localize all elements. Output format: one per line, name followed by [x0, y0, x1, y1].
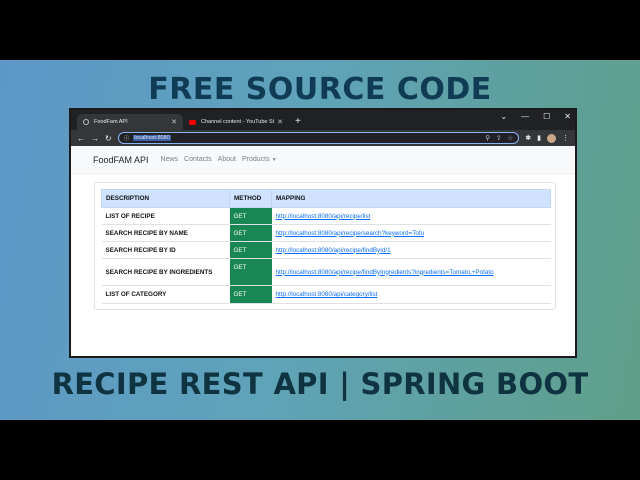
bookmark-star-icon[interactable]: ☆ [507, 134, 513, 142]
nav-contacts[interactable]: Contacts [184, 156, 212, 163]
info-icon[interactable]: ⓘ [124, 134, 130, 142]
nav-news[interactable]: News [161, 156, 179, 163]
api-card: DESCRIPTION METHOD MAPPING LIST OF RECIP… [94, 182, 556, 310]
site-navbar: FoodFAM API News Contacts About Products… [71, 146, 575, 174]
new-tab-button[interactable]: + [295, 116, 301, 127]
method-badge: GET [229, 207, 272, 225]
tab-label: FoodFam API [94, 119, 128, 125]
table-row: SEARCH RECIPE BY NAME GET http://localho… [101, 224, 551, 242]
mapping-link[interactable]: http://localhost:8080/api/recipe/findByI… [276, 269, 494, 276]
back-icon[interactable]: ← [77, 134, 85, 143]
share-icon[interactable]: ⇪ [496, 134, 501, 142]
address-bar[interactable]: ⓘ localhost:8080 ⚲ ⇪ ☆ [117, 132, 520, 144]
mapping-link[interactable]: http://localhost:8080/api/recipe/list [276, 213, 371, 220]
close-window-icon[interactable]: ✕ [564, 112, 571, 121]
mapping-link[interactable]: http://localhost:8080/api/recipe/findByI… [276, 247, 391, 254]
header-mapping: MAPPING [271, 189, 551, 208]
minimize-icon[interactable]: — [521, 112, 529, 121]
brand-link[interactable]: FoodFAM API [93, 155, 149, 165]
tab-label: Channel content - YouTube Studio [201, 119, 274, 125]
zoom-icon[interactable]: ⚲ [485, 134, 490, 142]
table-header-row: DESCRIPTION METHOD MAPPING [101, 189, 551, 208]
tab-strip: FoodFam API ✕ Channel content - YouTube … [71, 110, 575, 130]
youtube-icon [189, 119, 196, 125]
url-text[interactable]: localhost:8080 [133, 135, 171, 141]
table-row: LIST OF CATEGORY GET http://localhost:80… [101, 285, 551, 304]
nav-products-label: Products [241, 156, 270, 163]
letterbox-bottom [0, 420, 640, 480]
row-description: LIST OF CATEGORY [101, 285, 230, 304]
table-row: SEARCH RECIPE BY INGREDIENTS GET http://… [101, 258, 551, 286]
table-row: LIST OF RECIPE GET http://localhost:8080… [101, 207, 551, 225]
header-method: METHOD [229, 189, 272, 208]
nav-products-dropdown[interactable]: Products ▼ [242, 156, 277, 163]
caret-down-icon: ▼ [271, 157, 277, 163]
close-icon[interactable]: ✕ [277, 118, 283, 126]
tab-youtube-studio[interactable]: Channel content - YouTube Studio ✕ [183, 114, 289, 130]
mapping-link[interactable]: http://localhost:8080/api/category/list [276, 291, 378, 298]
extensions-icon[interactable]: ✱ [525, 134, 531, 143]
header-description: DESCRIPTION [101, 189, 230, 208]
browser-window: FoodFam API ✕ Channel content - YouTube … [69, 108, 577, 358]
api-table: DESCRIPTION METHOD MAPPING LIST OF RECIP… [101, 189, 551, 304]
window-controls: ⌄ — ☐ ✕ [500, 112, 571, 121]
tab-search-icon[interactable]: ⌄ [500, 112, 507, 121]
method-badge: GET [229, 224, 272, 242]
side-panel-icon[interactable]: ▮ [537, 134, 541, 143]
profile-avatar[interactable] [547, 133, 556, 143]
tab-foodfam[interactable]: FoodFam API ✕ [77, 114, 183, 130]
forward-icon[interactable]: → [91, 134, 99, 143]
mapping-link[interactable]: http://localhost:8080/api/recipe/search?… [276, 230, 425, 237]
method-badge: GET [229, 285, 272, 304]
globe-icon [83, 119, 89, 125]
headline-top: FREE SOURCE CODE [148, 72, 492, 107]
maximize-icon[interactable]: ☐ [543, 112, 550, 121]
row-description: SEARCH RECIPE BY NAME [101, 224, 230, 242]
method-badge: GET [229, 241, 272, 259]
close-icon[interactable]: ✕ [171, 118, 177, 126]
row-description: LIST OF RECIPE [101, 207, 230, 225]
method-badge: GET [229, 258, 272, 286]
letterbox-top [0, 0, 640, 60]
menu-icon[interactable]: ⋮ [562, 134, 569, 143]
row-description: SEARCH RECIPE BY INGREDIENTS [101, 258, 230, 286]
nav-about[interactable]: About [218, 156, 236, 163]
browser-toolbar: ← → ↻ ⓘ localhost:8080 ⚲ ⇪ ☆ ✱ ▮ ⋮ [71, 130, 575, 146]
reload-icon[interactable]: ↻ [105, 134, 112, 143]
table-row: SEARCH RECIPE BY ID GET http://localhost… [101, 241, 551, 259]
row-description: SEARCH RECIPE BY ID [101, 241, 230, 259]
headline-bottom: RECIPE REST API | SPRING BOOT [51, 367, 589, 401]
